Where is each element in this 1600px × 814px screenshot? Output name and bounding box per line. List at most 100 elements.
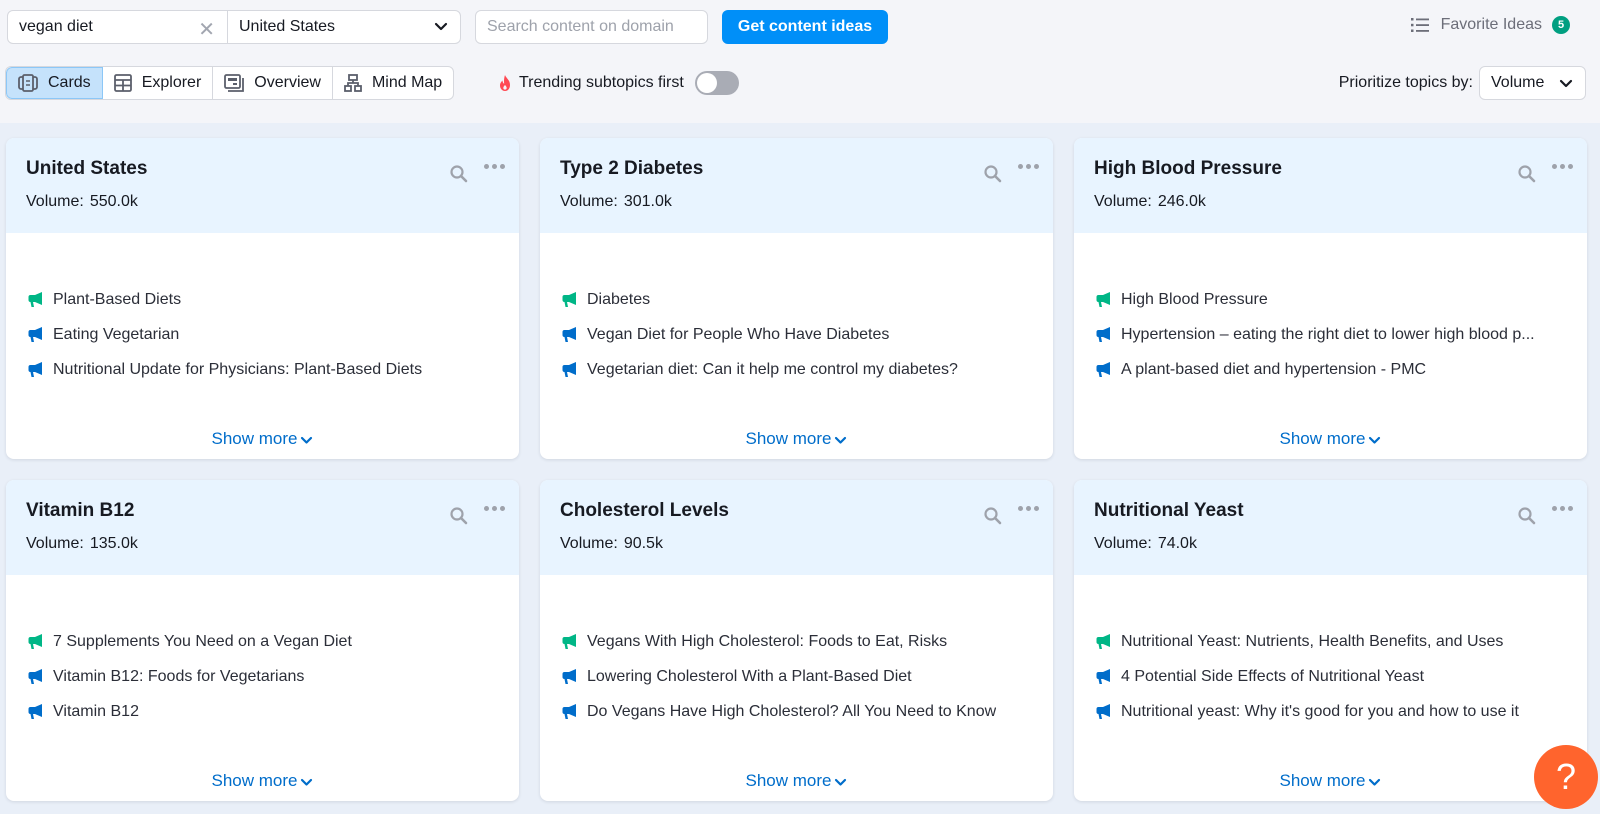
volume-label: Volume:	[26, 193, 84, 210]
idea-item[interactable]: 4 Potential Side Effects of Nutritional …	[1096, 659, 1577, 694]
idea-text: Vegan Diet for People Who Have Diabetes	[587, 325, 890, 343]
idea-item[interactable]: Nutritional Yeast: Nutrients, Health Ben…	[1096, 624, 1577, 659]
trending-label: Trending subtopics first	[519, 74, 684, 91]
volume-label: Volume:	[560, 193, 618, 210]
idea-text: Eating Vegetarian	[53, 325, 180, 343]
more-options-icon[interactable]	[484, 164, 505, 169]
idea-item[interactable]: High Blood Pressure	[1096, 282, 1577, 317]
table-icon	[113, 74, 132, 92]
idea-item[interactable]: Vitamin B12	[28, 694, 509, 729]
more-options-icon[interactable]	[484, 506, 505, 511]
clear-icon[interactable]: ✕	[198, 17, 215, 42]
more-options-icon[interactable]	[1552, 506, 1573, 511]
tab-explorer[interactable]: Explorer	[103, 67, 214, 99]
toggle-knob	[696, 73, 717, 93]
card-title: Cholesterol Levels	[560, 500, 729, 521]
tab-cards[interactable]: Cards	[6, 67, 103, 99]
idea-text: Vitamin B12: Foods for Vegetarians	[53, 667, 305, 685]
topic-card: United States Volume: 550.0k Plant-Based …	[6, 138, 519, 459]
search-icon[interactable]	[983, 506, 1003, 526]
domain-search-input[interactable]: Search content on domain	[475, 10, 708, 44]
search-icon[interactable]	[1517, 506, 1537, 526]
idea-text: Nutritional Yeast: Nutrients, Health Ben…	[1121, 632, 1504, 650]
idea-text: High Blood Pressure	[1121, 290, 1268, 308]
idea-item[interactable]: Vegans With High Cholesterol: Foods to E…	[562, 624, 1043, 659]
get-content-ideas-button[interactable]: Get content ideas	[722, 10, 888, 44]
megaphone-icon	[562, 362, 576, 377]
idea-item[interactable]: Eating Vegetarian	[28, 317, 509, 352]
volume-value: 74.0k	[1157, 535, 1197, 552]
card-header: Type 2 Diabetes Volume: 301.0k	[540, 138, 1053, 233]
show-more-button[interactable]: Show more	[540, 429, 1053, 449]
volume-label: Volume:	[1094, 193, 1152, 210]
view-tabs: Cards Explorer Overview Mind Map	[5, 66, 455, 100]
domain-search-placeholder: Search content on domain	[487, 18, 674, 35]
idea-item[interactable]: Vegan Diet for People Who Have Diabetes	[562, 317, 1043, 352]
idea-text: Diabetes	[587, 290, 651, 308]
keyword-database-group: vegan diet ✕ United States	[7, 10, 461, 44]
megaphone-icon	[1096, 634, 1110, 649]
tab-label: Explorer	[141, 74, 202, 91]
idea-item[interactable]: A plant-based diet and hypertension - PM…	[1096, 352, 1577, 387]
idea-item[interactable]: Lowering Cholesterol With a Plant-Based …	[562, 659, 1043, 694]
show-more-button[interactable]: Show more	[1074, 771, 1587, 791]
idea-list: 7 Supplements You Need on a Vegan Diet Vi…	[28, 624, 509, 729]
search-icon[interactable]	[983, 164, 1003, 184]
search-icon[interactable]	[1517, 164, 1537, 184]
card-title: Type 2 Diabetes	[560, 158, 704, 179]
megaphone-icon	[28, 704, 42, 719]
chevron-down-icon	[1369, 778, 1381, 786]
idea-list: Vegans With High Cholesterol: Foods to E…	[562, 624, 1043, 729]
keyword-value: vegan diet	[19, 18, 93, 35]
more-options-icon[interactable]	[1018, 164, 1039, 169]
trending-toggle[interactable]	[694, 71, 739, 95]
cards-icon	[18, 74, 38, 92]
idea-text: 7 Supplements You Need on a Vegan Diet	[53, 632, 352, 650]
prioritize-select[interactable]: Volume	[1479, 66, 1586, 100]
show-more-button[interactable]: Show more	[6, 771, 519, 791]
card-header: Vitamin B12 Volume: 135.0k	[6, 480, 519, 575]
tab-label: Cards	[48, 74, 91, 91]
megaphone-icon	[28, 327, 42, 342]
idea-list: Diabetes Vegan Diet for People Who Have D…	[562, 282, 1043, 387]
search-icon[interactable]	[449, 164, 469, 184]
keyword-input[interactable]: vegan diet ✕	[8, 11, 228, 43]
idea-item[interactable]: Plant-Based Diets	[28, 282, 509, 317]
idea-item[interactable]: Do Vegans Have High Cholesterol? All You…	[562, 694, 1043, 729]
show-more-button[interactable]: Show more	[6, 429, 519, 449]
idea-list: Nutritional Yeast: Nutrients, Health Ben…	[1096, 624, 1577, 729]
help-button[interactable]: ?	[1534, 745, 1598, 809]
favorite-count-badge: 5	[1552, 16, 1570, 34]
idea-item[interactable]: Diabetes	[562, 282, 1043, 317]
idea-text: Vegetarian diet: Can it help me control …	[587, 360, 958, 378]
topic-card: Nutritional Yeast Volume: 74.0k Nutrition…	[1074, 480, 1587, 801]
idea-item[interactable]: Hypertension – eating the right diet to …	[1096, 317, 1577, 352]
card-volume: Volume: 74.0k	[1094, 535, 1587, 553]
idea-item[interactable]: Vegetarian diet: Can it help me control …	[562, 352, 1043, 387]
more-options-icon[interactable]	[1552, 164, 1573, 169]
megaphone-icon	[1096, 362, 1110, 377]
idea-text: Hypertension – eating the right diet to …	[1121, 325, 1535, 343]
topic-card: High Blood Pressure Volume: 246.0k High B…	[1074, 138, 1587, 459]
megaphone-icon	[562, 292, 576, 307]
database-select[interactable]: United States	[228, 11, 460, 43]
search-icon[interactable]	[449, 506, 469, 526]
idea-item[interactable]: Nutritional yeast: Why it's good for you…	[1096, 694, 1577, 729]
show-more-button[interactable]: Show more	[540, 771, 1053, 791]
idea-item[interactable]: Nutritional Update for Physicians: Plant…	[28, 352, 509, 387]
show-more-label: Show more	[745, 771, 832, 790]
tab-overview[interactable]: Overview	[213, 67, 333, 99]
idea-item[interactable]: 7 Supplements You Need on a Vegan Diet	[28, 624, 509, 659]
idea-text: Nutritional yeast: Why it's good for you…	[1121, 702, 1519, 720]
favorite-ideas-button[interactable]: Favorite Ideas 5	[1410, 16, 1570, 34]
topic-card: Type 2 Diabetes Volume: 301.0k Diabetes Ve…	[540, 138, 1053, 459]
card-volume: Volume: 246.0k	[1094, 193, 1587, 211]
tab-label: Mind Map	[371, 74, 443, 91]
more-options-icon[interactable]	[1018, 506, 1039, 511]
tab-mind-map[interactable]: Mind Map	[333, 67, 453, 99]
chevron-down-icon	[301, 436, 313, 444]
show-more-label: Show more	[745, 429, 832, 448]
show-more-button[interactable]: Show more	[1074, 429, 1587, 449]
idea-item[interactable]: Vitamin B12: Foods for Vegetarians	[28, 659, 509, 694]
megaphone-icon	[1096, 292, 1110, 307]
